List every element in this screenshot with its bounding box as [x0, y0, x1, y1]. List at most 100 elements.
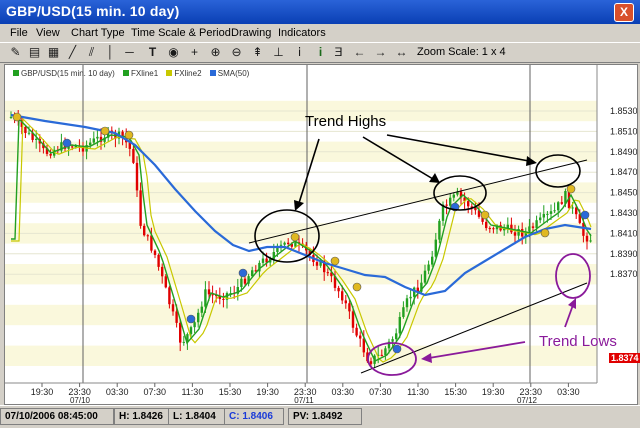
- candle-body: [243, 278, 247, 284]
- time-tick-label: 15:30: [444, 387, 467, 397]
- candle-body: [9, 116, 13, 118]
- signal-marker: [124, 130, 134, 140]
- signal-marker: [330, 256, 340, 266]
- candle-body: [315, 262, 319, 266]
- candle-body: [546, 213, 549, 215]
- candle-body: [571, 207, 574, 209]
- candle-body: [369, 361, 373, 364]
- date-label: 07/12: [517, 396, 538, 404]
- candle-body: [143, 225, 146, 236]
- status-high: H: 1.8426: [114, 408, 174, 425]
- candle-body: [287, 242, 290, 245]
- time-tick-label: 07:30: [144, 387, 167, 397]
- status-bar: 07/10/2006 08:45:00 H: 1.8426 L: 1.8404 …: [0, 405, 640, 428]
- candle-body: [179, 322, 182, 343]
- signal-marker: [480, 210, 490, 220]
- candle-body: [351, 311, 355, 328]
- candle-body: [132, 148, 135, 163]
- candle-body: [341, 291, 344, 301]
- signal-marker: [290, 232, 300, 242]
- anchor-icon[interactable]: ⇞: [250, 44, 265, 60]
- time-tick-label: 03:30: [332, 387, 355, 397]
- candle-body: [391, 339, 394, 342]
- candle-body: [261, 258, 265, 263]
- legend-item: FXline1: [123, 69, 158, 78]
- time-tick-label: 19:30: [31, 387, 54, 397]
- close-button[interactable]: X: [614, 3, 634, 22]
- candle-body: [557, 202, 560, 211]
- candle-body: [355, 327, 358, 336]
- toolbar: ✎ ▤ ▦ ╱ ⫽ │ ─ T ◉ + ⊕ ⊖ ⇞ ⊥ ⅰ i Ǝ ← → ↔ …: [0, 42, 640, 63]
- zoom-out-icon[interactable]: ⊕: [208, 44, 223, 60]
- time-axis: 19:30 23:30 03:30 07:30 11:30 15:30 19:30 23:30…: [5, 382, 597, 404]
- time-tick-label: 11:30: [181, 387, 203, 397]
- price-tick-label: 1.8510: [610, 126, 637, 136]
- point-icon[interactable]: ◉: [166, 44, 181, 60]
- window-title: GBP/USD(15 min. 10 day): [6, 3, 180, 19]
- date-label: 07/10: [70, 396, 91, 404]
- legend-item: GBP/USD(15 min. 10 day): [13, 69, 115, 78]
- band: [5, 304, 597, 326]
- expand-icon[interactable]: ↔: [394, 44, 409, 60]
- add-line-icon[interactable]: ╱: [65, 44, 80, 60]
- candle-body: [528, 226, 531, 232]
- candle-body: [427, 264, 430, 271]
- print-icon[interactable]: ▤: [27, 44, 42, 60]
- title-bar[interactable]: GBP/USD(15 min. 10 day) X: [0, 0, 640, 24]
- candle-body: [139, 190, 142, 226]
- candle-body: [409, 296, 412, 299]
- back-arrow-icon[interactable]: Ǝ: [331, 44, 346, 60]
- forward-arrow-icon[interactable]: ←: [352, 44, 367, 60]
- draw-bar-icon[interactable]: ▦: [46, 44, 61, 60]
- band: [5, 345, 597, 366]
- menu-chart-type[interactable]: Chart Type: [71, 27, 125, 39]
- chart-area[interactable]: 1.8530 1.8510 1.8490 1.8470 1.8450 1.8430 1.84…: [4, 64, 640, 405]
- candle-body: [531, 226, 535, 228]
- menu-indicators[interactable]: Indicators: [278, 27, 326, 39]
- time-tick-label: 07:30: [369, 387, 392, 397]
- candle-body: [384, 348, 387, 355]
- time-tick-label: 11:30: [407, 387, 429, 397]
- fib-icon[interactable]: ⊖: [229, 44, 244, 60]
- price-tick-label: 1.8530: [610, 106, 637, 116]
- chart-tool-icon[interactable]: i: [313, 44, 328, 60]
- candle-body: [474, 207, 477, 211]
- menu-time-scale[interactable]: Time Scale & Period: [131, 27, 231, 39]
- candle-body: [279, 244, 283, 246]
- candle-body: [146, 235, 149, 237]
- candle-body: [423, 270, 427, 283]
- signal-marker: [186, 314, 196, 324]
- legend-item: SMA(50): [209, 69, 249, 78]
- candle-body: [171, 304, 175, 312]
- price-tick-label: 1.8450: [610, 188, 637, 198]
- menu-view[interactable]: View: [36, 27, 60, 39]
- candle-body: [560, 202, 563, 204]
- add-channel-icon[interactable]: ⫽: [84, 44, 99, 60]
- info-icon[interactable]: ⅰ: [292, 44, 307, 60]
- candle-body: [553, 210, 556, 212]
- vertical-line-icon[interactable]: │: [103, 44, 118, 60]
- candle-body: [362, 338, 365, 353]
- indicator-icon[interactable]: ⊥: [271, 44, 286, 60]
- text-tool-icon[interactable]: T: [145, 44, 160, 60]
- menu-file[interactable]: File: [10, 27, 28, 39]
- candle-body: [283, 242, 286, 245]
- candle-body: [326, 272, 329, 274]
- price-tick-label: 1.8410: [610, 228, 637, 238]
- candle-body: [438, 220, 441, 240]
- pan-arrow-icon[interactable]: →: [373, 44, 388, 60]
- signal-marker: [580, 210, 590, 220]
- candle-body: [405, 298, 409, 308]
- candle-body: [380, 354, 383, 356]
- candle-body: [434, 239, 437, 257]
- candle-body: [395, 333, 398, 340]
- candle-body: [157, 254, 160, 267]
- price-tick-label: 1.8430: [610, 208, 637, 218]
- candle-body: [168, 287, 171, 305]
- horizontal-line-icon[interactable]: ─: [122, 44, 137, 60]
- zoom-in-icon[interactable]: +: [187, 44, 202, 60]
- menu-drawing[interactable]: Drawing: [231, 27, 271, 39]
- price-tick-label: 1.8490: [610, 147, 637, 157]
- properties-icon[interactable]: ✎: [8, 44, 23, 60]
- candle-body: [182, 341, 185, 343]
